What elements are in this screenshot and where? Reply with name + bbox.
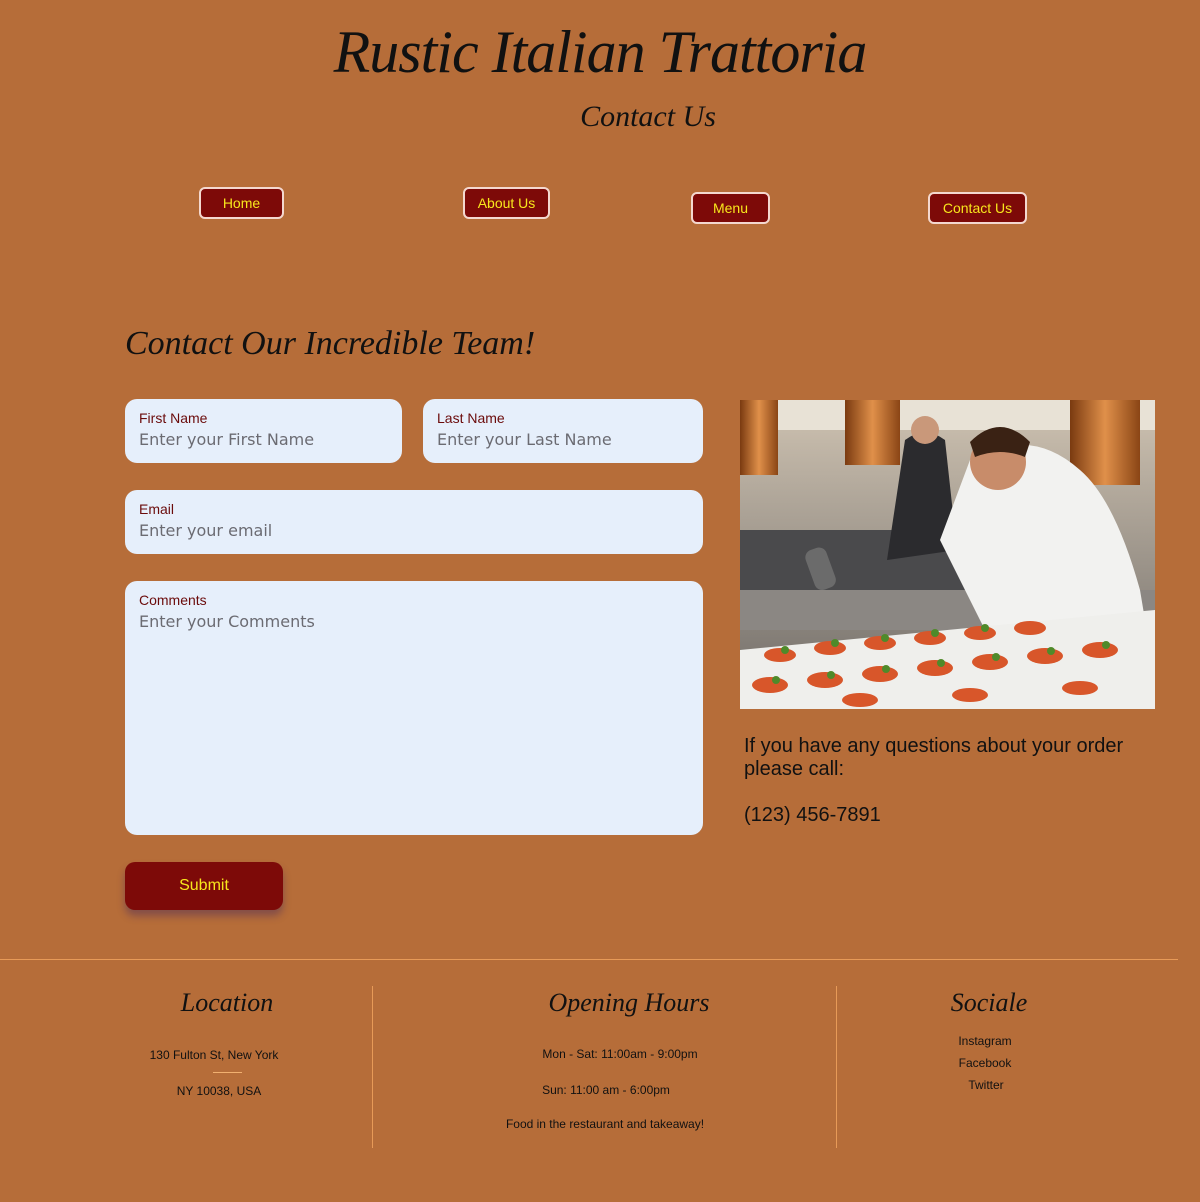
email-label: Email bbox=[139, 501, 175, 517]
comments-field: Comments bbox=[125, 581, 703, 835]
instagram-link[interactable]: Instagram bbox=[885, 1034, 1085, 1048]
first-name-field: First Name bbox=[125, 399, 402, 463]
comments-label: Comments bbox=[139, 592, 207, 608]
nav-menu-button[interactable]: Menu bbox=[691, 192, 770, 224]
comments-input[interactable] bbox=[139, 612, 689, 802]
chef-photo-illustration bbox=[740, 400, 1155, 709]
nav-contact-button[interactable]: Contact Us bbox=[928, 192, 1027, 224]
footer-divider bbox=[0, 959, 1178, 960]
location-line-1: 130 Fulton St, New York bbox=[149, 1048, 279, 1062]
email-input[interactable] bbox=[139, 521, 689, 540]
first-name-label: First Name bbox=[139, 410, 208, 426]
page-subtitle: Contact Us bbox=[580, 100, 716, 133]
location-separator bbox=[213, 1072, 242, 1073]
hours-sunday: Sun: 11:00 am - 6:00pm bbox=[542, 1083, 670, 1097]
contact-heading: Contact Our Incredible Team! bbox=[125, 325, 536, 362]
last-name-label: Last Name bbox=[437, 410, 505, 426]
email-field: Email bbox=[125, 490, 703, 554]
last-name-input[interactable] bbox=[437, 430, 689, 449]
hours-weekday: Mon - Sat: 11:00am - 9:00pm bbox=[542, 1047, 698, 1061]
twitter-link[interactable]: Twitter bbox=[886, 1078, 1086, 1092]
info-text: If you have any questions about your ord… bbox=[744, 735, 1124, 780]
social-heading: Sociale bbox=[950, 988, 1028, 1017]
submit-button[interactable]: Submit bbox=[125, 862, 283, 910]
facebook-link[interactable]: Facebook bbox=[885, 1056, 1085, 1070]
location-heading: Location bbox=[180, 988, 274, 1017]
location-line-2: NY 10038, USA bbox=[176, 1084, 262, 1098]
chef-plating-photo bbox=[740, 400, 1155, 709]
last-name-field: Last Name bbox=[423, 399, 703, 463]
footer-column-divider bbox=[836, 986, 837, 1148]
hours-note: Food in the restaurant and takeaway! bbox=[505, 1117, 705, 1131]
footer-column-divider bbox=[372, 986, 373, 1148]
phone-number: (123) 456-7891 bbox=[744, 804, 881, 826]
nav-about-button[interactable]: About Us bbox=[463, 187, 550, 219]
first-name-input[interactable] bbox=[139, 430, 388, 449]
nav-home-button[interactable]: Home bbox=[199, 187, 284, 219]
opening-hours-heading: Opening Hours bbox=[548, 988, 710, 1017]
site-title: Rustic Italian Trattoria bbox=[333, 19, 868, 85]
